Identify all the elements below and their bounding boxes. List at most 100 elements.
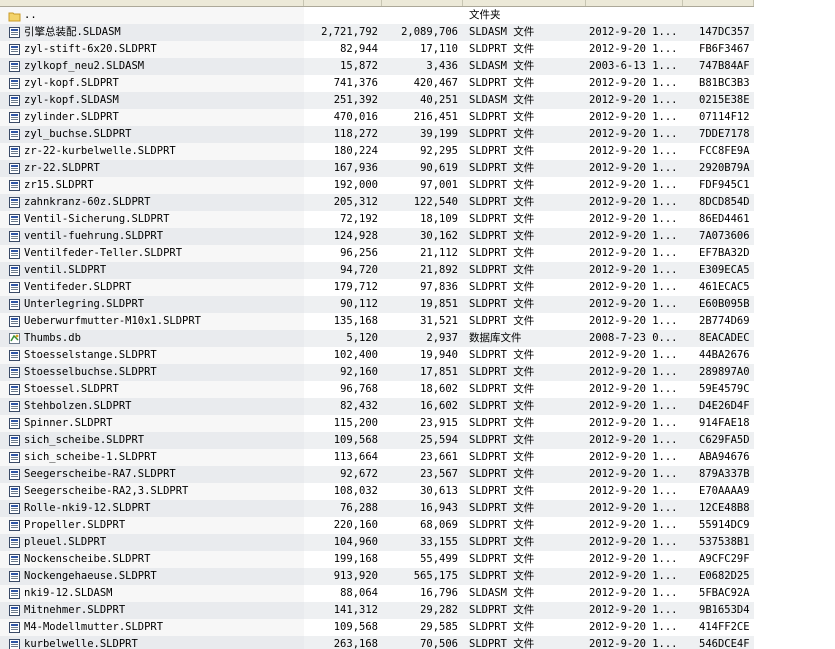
file-modified: 2012-9-20 1... <box>589 434 678 446</box>
file-crc: 7DDE7178 <box>699 128 750 140</box>
file-row[interactable]: zr15.SLDPRT 192,000 97,001 SLDPRT 文件 2012-9-… <box>0 177 754 194</box>
file-row[interactable]: zyl-kopf.SLDASM 251,392 40,251 SLDASM 文件 201… <box>0 92 754 109</box>
file-packed-size: 3,436 <box>426 60 458 72</box>
file-packed-size: 216,451 <box>413 111 458 123</box>
file-row[interactable]: Unterlegring.SLDPRT 90,112 19,851 SLDPRT 文件… <box>0 296 754 313</box>
file-type: SLDPRT 文件 <box>469 417 535 429</box>
file-row[interactable]: Nockenscheibe.SLDPRT 199,168 55,499 SLDPRT … <box>0 551 754 568</box>
file-row[interactable]: kurbelwelle.SLDPRT 263,168 70,506 SLDPRT 文件… <box>0 636 754 649</box>
file-row[interactable]: Thumbs.db 5,120 2,937 数据库文件 2008-7-23 0... 8E… <box>0 330 754 347</box>
file-name: zyl_buchse.SLDPRT <box>24 128 132 140</box>
file-row[interactable]: zyl-stift-6x20.SLDPRT 82,944 17,110 SLDPRT … <box>0 41 754 58</box>
file-crc: 414FF2CE <box>699 621 750 633</box>
file-row[interactable]: zyl-kopf.SLDPRT 741,376 420,467 SLDPRT 文件 20… <box>0 75 754 92</box>
file-packed-size: 29,282 <box>420 604 458 616</box>
file-size: 167,936 <box>333 162 378 174</box>
file-row[interactable]: Stoesselbuchse.SLDPRT 92,160 17,851 SLDPRT … <box>0 364 754 381</box>
file-modified: 2012-9-20 1... <box>589 519 678 531</box>
solidworks-doc-icon <box>8 179 21 192</box>
solidworks-doc-icon <box>8 111 21 124</box>
file-row[interactable]: nki9-12.SLDASM 88,064 16,796 SLDASM 文件 2012-… <box>0 585 754 602</box>
file-modified: 2012-9-20 1... <box>589 179 678 191</box>
file-row[interactable]: ventil-fuehrung.SLDPRT 124,928 30,162 SLDPR… <box>0 228 754 245</box>
file-modified: 2012-9-20 1... <box>589 43 678 55</box>
solidworks-doc-icon <box>8 145 21 158</box>
column-header-bar[interactable] <box>0 0 754 7</box>
solidworks-doc-icon <box>8 366 21 379</box>
solidworks-doc-icon <box>8 162 21 175</box>
file-row[interactable]: Spinner.SLDPRT 115,200 23,915 SLDPRT 文件 2012… <box>0 415 754 432</box>
file-row[interactable]: Stoesselstange.SLDPRT 102,400 19,940 SLDPRT… <box>0 347 754 364</box>
file-modified: 2012-9-20 1... <box>589 315 678 327</box>
file-name: 引擎总装配.SLDASM <box>24 26 121 38</box>
file-row[interactable]: Nockengehaeuse.SLDPRT 913,920 565,175 SLDPR… <box>0 568 754 585</box>
file-crc: E60B095B <box>699 298 750 310</box>
column-header-packed[interactable] <box>382 0 463 6</box>
file-crc: 12CE48B8 <box>699 502 750 514</box>
file-row[interactable]: zahnkranz-60z.SLDPRT 205,312 122,540 SLDPRT… <box>0 194 754 211</box>
file-type: SLDPRT 文件 <box>469 315 535 327</box>
file-row[interactable]: Ventifeder.SLDPRT 179,712 97,836 SLDPRT 文件 2… <box>0 279 754 296</box>
column-header-modified[interactable] <box>586 0 683 6</box>
file-packed-size: 55,499 <box>420 553 458 565</box>
file-size: 199,168 <box>333 553 378 565</box>
file-row[interactable]: Mitnehmer.SLDPRT 141,312 29,282 SLDPRT 文件 20… <box>0 602 754 619</box>
file-row[interactable]: 引擎总装配.SLDASM 2,721,792 2,089,706 SLDASM 文件 2… <box>0 24 754 41</box>
solidworks-doc-icon <box>8 128 21 141</box>
file-row[interactable]: Stoessel.SLDPRT 96,768 18,602 SLDPRT 文件 2012… <box>0 381 754 398</box>
file-modified: 2012-9-20 1... <box>589 94 678 106</box>
file-modified: 2012-9-20 1... <box>589 230 678 242</box>
file-row[interactable]: ventil.SLDPRT 94,720 21,892 SLDPRT 文件 2012-9… <box>0 262 754 279</box>
file-type: SLDPRT 文件 <box>469 468 535 480</box>
file-row[interactable]: zr-22.SLDPRT 167,936 90,619 SLDPRT 文件 2012-9… <box>0 160 754 177</box>
file-row[interactable]: zylinder.SLDPRT 470,016 216,451 SLDPRT 文件 20… <box>0 109 754 126</box>
file-crc: 5FBAC92A <box>699 587 750 599</box>
file-size: 118,272 <box>333 128 378 140</box>
file-row[interactable]: zylkopf_neu2.SLDASM 15,872 3,436 SLDASM 文件 2… <box>0 58 754 75</box>
column-header-name[interactable] <box>0 0 304 6</box>
file-row[interactable]: zr-22-kurbelwelle.SLDPRT 180,224 92,295 SLD… <box>0 143 754 160</box>
file-packed-size: 31,521 <box>420 315 458 327</box>
file-size: 470,016 <box>333 111 378 123</box>
solidworks-doc-icon <box>8 434 21 447</box>
file-crc: 55914DC9 <box>699 519 750 531</box>
parent-folder-type: 文件夹 <box>469 9 501 21</box>
file-row[interactable]: sich_scheibe-1.SLDPRT 113,664 23,661 SLDPRT… <box>0 449 754 466</box>
parent-folder-row[interactable]: .. 文件夹 <box>0 7 754 24</box>
column-header-type[interactable] <box>463 0 586 6</box>
file-name: Ueberwurfmutter-M10x1.SLDPRT <box>24 315 202 327</box>
file-modified: 2012-9-20 1... <box>589 128 678 140</box>
file-row[interactable]: Seegerscheibe-RA7.SLDPRT 92,672 23,567 SLDP… <box>0 466 754 483</box>
solidworks-doc-icon <box>8 43 21 56</box>
file-type: SLDPRT 文件 <box>469 179 535 191</box>
solidworks-doc-icon <box>8 77 21 90</box>
file-modified: 2012-9-20 1... <box>589 247 678 259</box>
file-crc: C629FA5D <box>699 434 750 446</box>
file-size: 2,721,792 <box>321 26 378 38</box>
file-row[interactable]: Ventilfeder-Teller.SLDPRT 96,256 21,112 SLD… <box>0 245 754 262</box>
file-crc: 59E4579C <box>699 383 750 395</box>
file-row[interactable]: sich_scheibe.SLDPRT 109,568 25,594 SLDPRT 文… <box>0 432 754 449</box>
column-header-size[interactable] <box>304 0 382 6</box>
file-crc: FCC8FE9A <box>699 145 750 157</box>
file-type: SLDPRT 文件 <box>469 638 535 649</box>
file-size: 251,392 <box>333 94 378 106</box>
file-row[interactable]: Ventil-Sicherung.SLDPRT 72,192 18,109 SLDPR… <box>0 211 754 228</box>
file-row[interactable]: Seegerscheibe-RA2,3.SLDPRT 108,032 30,613 S… <box>0 483 754 500</box>
solidworks-doc-icon <box>8 298 21 311</box>
file-name: nki9-12.SLDASM <box>24 587 113 599</box>
file-row[interactable]: Stehbolzen.SLDPRT 82,432 16,602 SLDPRT 文件 20… <box>0 398 754 415</box>
column-header-crc[interactable] <box>683 0 754 6</box>
file-row[interactable]: M4-Modellmutter.SLDPRT 109,568 29,585 SLDPR… <box>0 619 754 636</box>
file-crc: B81BC3B3 <box>699 77 750 89</box>
file-row[interactable]: zyl_buchse.SLDPRT 118,272 39,199 SLDPRT 文件 2… <box>0 126 754 143</box>
file-row[interactable]: Propeller.SLDPRT 220,160 68,069 SLDPRT 文件 20… <box>0 517 754 534</box>
file-row[interactable]: Ueberwurfmutter-M10x1.SLDPRT 135,168 31,52… <box>0 313 754 330</box>
file-packed-size: 39,199 <box>420 128 458 140</box>
file-packed-size: 30,613 <box>420 485 458 497</box>
solidworks-doc-icon <box>8 468 21 481</box>
file-type: SLDPRT 文件 <box>469 111 535 123</box>
file-packed-size: 21,892 <box>420 264 458 276</box>
file-row[interactable]: Rolle-nki9-12.SLDPRT 76,288 16,943 SLDPRT 文… <box>0 500 754 517</box>
file-row[interactable]: pleuel.SLDPRT 104,960 33,155 SLDPRT 文件 2012-… <box>0 534 754 551</box>
